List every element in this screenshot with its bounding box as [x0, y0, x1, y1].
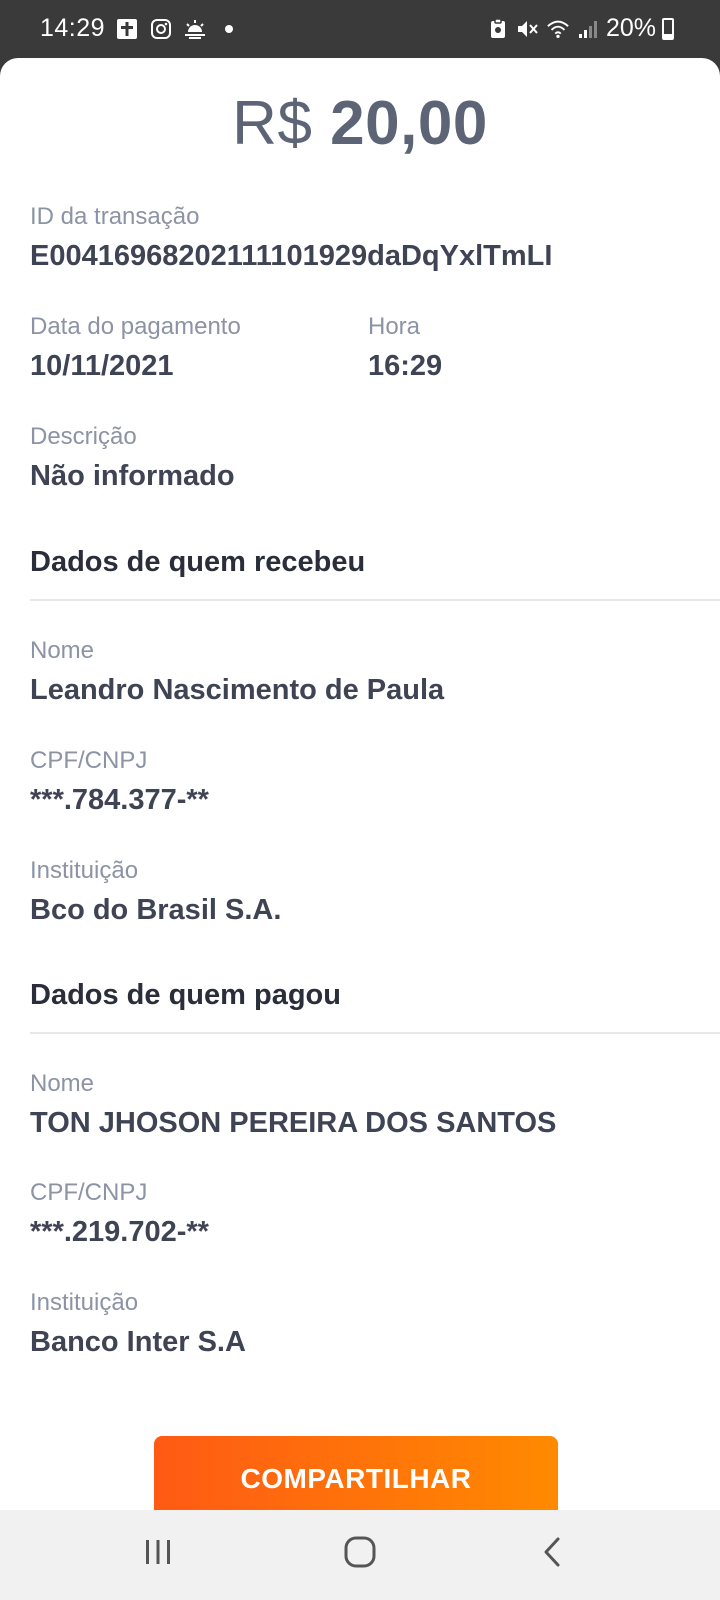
home-icon — [344, 1536, 376, 1573]
payment-date-value: 10/11/2021 — [30, 350, 174, 382]
receiver-institution-field: Instituição Bco do Brasil S.A. — [30, 856, 281, 928]
divider — [30, 599, 720, 601]
mute-icon — [516, 17, 540, 41]
transaction-id-field: ID da transação E00416968202111101929daD… — [30, 202, 552, 274]
navigation-bar — [0, 1510, 720, 1600]
recent-apps-button[interactable] — [123, 1524, 193, 1584]
recent-apps-icon — [143, 1538, 173, 1571]
receiver-document-field: CPF/CNPJ ***.784.377-** — [30, 746, 209, 818]
battery-icon — [662, 17, 674, 40]
divider — [30, 1032, 720, 1034]
field-label: Data do pagamento — [30, 313, 241, 340]
payer-institution-value: Banco Inter S.A — [30, 1326, 246, 1358]
signal-icon — [576, 17, 600, 41]
share-button[interactable]: COMPARTILHAR — [154, 1436, 558, 1510]
back-button[interactable] — [517, 1524, 587, 1584]
home-button[interactable] — [325, 1524, 395, 1584]
amount-currency: R$ — [232, 89, 313, 158]
payer-section-title: Dados de quem pagou — [30, 979, 341, 1011]
receiver-name-value: Leandro Nascimento de Paula — [30, 674, 445, 706]
field-label: Instituição — [30, 857, 139, 884]
receiver-section-title: Dados de quem recebeu — [30, 546, 366, 578]
field-label: CPF/CNPJ — [30, 747, 148, 774]
receiver-name-field: Nome Leandro Nascimento de Paula — [30, 636, 444, 708]
payer-institution-field: Instituição Banco Inter S.A — [30, 1288, 246, 1360]
description-field: Descrição Não informado — [30, 422, 235, 494]
status-bar: 14:29 20% — [0, 0, 720, 60]
payment-time-field: Hora 16:29 — [368, 312, 442, 384]
field-label: Nome — [30, 1070, 95, 1097]
back-icon — [541, 1536, 563, 1573]
bible-app-icon — [115, 17, 139, 41]
status-left: 14:29 — [40, 14, 234, 43]
payer-name-field: Nome TON JHOSON PEREIRA DOS SANTOS — [30, 1069, 556, 1141]
amount: R$ 20,00 — [0, 88, 720, 159]
receipt-title: Pix Realizado — [0, 58, 720, 66]
field-label: Descrição — [30, 423, 137, 450]
receiver-document-value: ***.784.377-** — [30, 784, 209, 816]
description-value: Não informado — [30, 460, 235, 492]
status-time: 14:29 — [40, 14, 106, 42]
battery-percent: 20% — [605, 14, 656, 42]
payer-document-field: CPF/CNPJ ***.219.702-** — [30, 1178, 209, 1250]
receiver-institution-value: Bco do Brasil S.A. — [30, 894, 282, 926]
payment-time-value: 16:29 — [368, 350, 443, 382]
payer-name-value: TON JHOSON PEREIRA DOS SANTOS — [30, 1107, 557, 1139]
payment-date-field: Data do pagamento 10/11/2021 — [30, 312, 241, 384]
receipt-sheet: Pix Realizado R$ 20,00 ID da transação E… — [0, 58, 720, 1510]
field-label: Hora — [368, 313, 421, 340]
wifi-icon — [546, 17, 570, 41]
payer-document-value: ***.219.702-** — [30, 1216, 209, 1248]
field-label: ID da transação — [30, 203, 200, 230]
notification-dot-icon — [225, 24, 234, 33]
transaction-id-value: E00416968202111101929daDqYxlTmLI — [30, 240, 553, 272]
amount-value: 20,00 — [330, 89, 488, 158]
field-label: Instituição — [30, 1289, 139, 1316]
instagram-icon — [149, 17, 173, 41]
clipboard-icon — [486, 17, 510, 41]
field-label: CPF/CNPJ — [30, 1179, 148, 1206]
status-right: 20% — [486, 14, 674, 43]
field-label: Nome — [30, 637, 95, 664]
weather-icon — [183, 17, 207, 41]
